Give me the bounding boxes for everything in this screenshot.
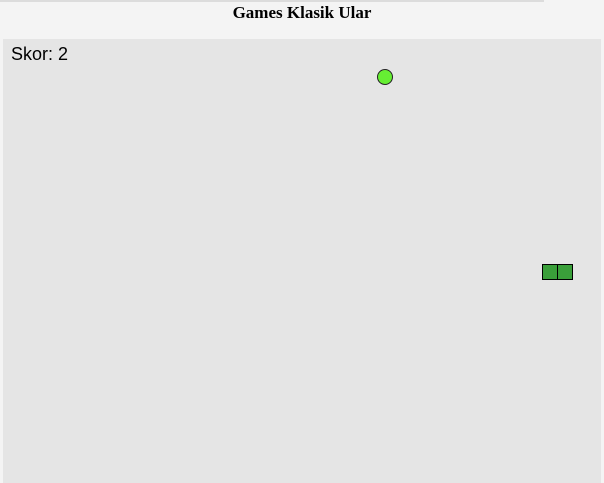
- page-title: Games Klasik Ular: [232, 3, 372, 22]
- game-board[interactable]: Skor: 2: [3, 39, 601, 483]
- snake-head: [557, 264, 573, 280]
- snake-segment: [542, 264, 558, 280]
- score-label: Skor: 2: [11, 44, 69, 64]
- food-apple-icon: [377, 69, 393, 85]
